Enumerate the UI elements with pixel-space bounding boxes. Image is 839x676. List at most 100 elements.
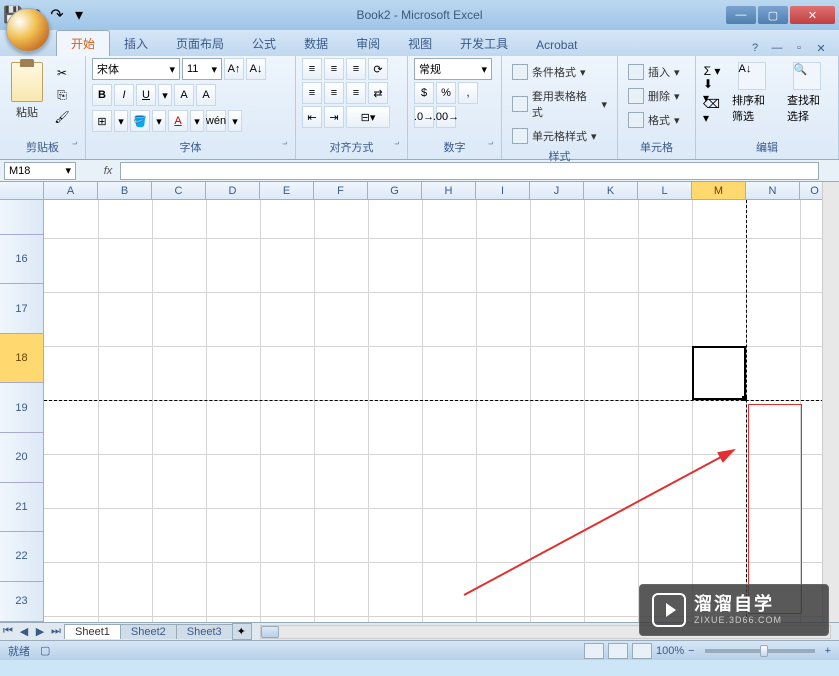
tab-page-layout[interactable]: 页面布局 — [162, 31, 238, 56]
conditional-format-button[interactable]: 条件格式 ▾ — [508, 62, 611, 82]
align-top-button[interactable]: ≡ — [302, 58, 322, 80]
workbook-close-button[interactable]: ✕ — [813, 40, 829, 56]
spreadsheet-grid[interactable]: A B C D E F G H I J K L M N O 16 17 18 1… — [0, 182, 839, 622]
help-button[interactable]: ? — [747, 40, 763, 56]
col-header-b[interactable]: B — [98, 182, 152, 199]
zoom-in-button[interactable]: + — [825, 645, 831, 657]
row-header-20[interactable]: 20 — [0, 433, 44, 483]
col-header-m[interactable]: M — [692, 182, 746, 199]
insert-function-button[interactable]: fx — [96, 162, 120, 180]
bold-button[interactable]: B — [92, 84, 112, 106]
sheet-nav-first[interactable]: ⏮ — [0, 624, 16, 640]
col-header-i[interactable]: I — [476, 182, 530, 199]
col-header-a[interactable]: A — [44, 182, 98, 199]
font-shrink-a[interactable]: A — [196, 84, 216, 106]
vertical-scrollbar[interactable] — [822, 182, 839, 622]
decrease-decimal-button[interactable]: .00→ — [436, 106, 456, 128]
view-page-layout-button[interactable] — [608, 643, 628, 659]
align-center-button[interactable]: ≡ — [324, 82, 344, 104]
underline-button[interactable]: U — [136, 84, 156, 106]
view-page-break-button[interactable] — [632, 643, 652, 659]
align-bottom-button[interactable]: ≡ — [346, 58, 366, 80]
tab-developer[interactable]: 开发工具 — [446, 31, 522, 56]
clear-button[interactable]: ⌫ ▾ — [702, 102, 722, 120]
col-header-g[interactable]: G — [368, 182, 422, 199]
row-header-partial[interactable] — [0, 200, 44, 235]
underline-dropdown[interactable]: ▾ — [158, 84, 172, 106]
tab-formulas[interactable]: 公式 — [238, 31, 290, 56]
col-header-l[interactable]: L — [638, 182, 692, 199]
row-header-17[interactable]: 17 — [0, 284, 44, 334]
col-header-d[interactable]: D — [206, 182, 260, 199]
cut-button[interactable]: ✂ — [52, 64, 72, 82]
align-left-button[interactable]: ≡ — [302, 82, 322, 104]
align-middle-button[interactable]: ≡ — [324, 58, 344, 80]
format-painter-button[interactable]: 🖌 — [52, 108, 72, 126]
tab-home[interactable]: 开始 — [56, 30, 110, 56]
copy-button[interactable]: ⎘ — [52, 86, 72, 104]
col-header-h[interactable]: H — [422, 182, 476, 199]
percent-button[interactable]: % — [436, 82, 456, 104]
office-button[interactable] — [6, 8, 50, 52]
col-header-f[interactable]: F — [314, 182, 368, 199]
table-format-button[interactable]: 套用表格格式 ▾ — [508, 86, 611, 122]
window-minimize-button[interactable]: — — [726, 6, 756, 24]
tab-data[interactable]: 数据 — [290, 31, 342, 56]
row-header-16[interactable]: 16 — [0, 235, 44, 285]
font-name-combo[interactable]: 宋体▾ — [92, 58, 180, 80]
select-all-corner[interactable] — [0, 182, 44, 199]
delete-cells-button[interactable]: 删除 ▾ — [624, 86, 684, 106]
currency-button[interactable]: $ — [414, 82, 434, 104]
window-maximize-button[interactable]: ▢ — [758, 6, 788, 24]
tab-review[interactable]: 审阅 — [342, 31, 394, 56]
sort-filter-button[interactable]: A↓ 排序和筛选 — [726, 58, 777, 137]
decrease-indent-button[interactable]: ⇤ — [302, 106, 322, 128]
sheet-tab-3[interactable]: Sheet3 — [176, 624, 233, 639]
view-normal-button[interactable] — [584, 643, 604, 659]
increase-indent-button[interactable]: ⇥ — [324, 106, 344, 128]
row-header-19[interactable]: 19 — [0, 383, 44, 433]
tab-acrobat[interactable]: Acrobat — [522, 34, 591, 56]
font-grow-a[interactable]: A — [174, 84, 194, 106]
sheet-tab-1[interactable]: Sheet1 — [64, 624, 121, 639]
merge-button[interactable]: ⊟▾ — [346, 106, 390, 128]
phonetic-button[interactable]: wén — [206, 110, 226, 132]
fill-color-button[interactable]: 🪣 — [130, 110, 150, 132]
macro-record-icon[interactable]: ▢ — [40, 644, 50, 657]
phonetic-dropdown[interactable]: ▾ — [228, 110, 242, 132]
borders-button[interactable]: ⊞ — [92, 110, 112, 132]
font-color-button[interactable]: A — [168, 110, 188, 132]
borders-dropdown[interactable]: ▾ — [114, 110, 128, 132]
tab-view[interactable]: 视图 — [394, 31, 446, 56]
orientation-button[interactable]: ⟳ — [368, 58, 388, 80]
col-header-c[interactable]: C — [152, 182, 206, 199]
col-header-e[interactable]: E — [260, 182, 314, 199]
increase-decimal-button[interactable]: .0→ — [414, 106, 434, 128]
qat-redo-icon[interactable]: ↷ — [48, 6, 66, 24]
italic-button[interactable]: I — [114, 84, 134, 106]
comma-button[interactable]: , — [458, 82, 478, 104]
format-cells-button[interactable]: 格式 ▾ — [624, 110, 684, 130]
sheet-nav-prev[interactable]: ◀ — [16, 624, 32, 640]
paste-button[interactable]: 粘贴 — [6, 58, 48, 137]
sheet-new-button[interactable]: ✦ — [232, 623, 252, 640]
cell-styles-button[interactable]: 单元格样式 ▾ — [508, 126, 611, 146]
zoom-slider[interactable] — [705, 649, 815, 653]
font-size-combo[interactable]: 11▾ — [182, 58, 222, 80]
zoom-out-button[interactable]: − — [688, 645, 694, 657]
sheet-nav-last[interactable]: ⏭ — [48, 624, 64, 640]
row-header-21[interactable]: 21 — [0, 483, 44, 533]
cells-area[interactable] — [44, 200, 839, 622]
zoom-level[interactable]: 100% — [656, 645, 684, 657]
row-header-23[interactable]: 23 — [0, 582, 44, 622]
row-header-22[interactable]: 22 — [0, 532, 44, 582]
ribbon-minimize-button[interactable]: — — [769, 40, 785, 56]
align-right-button[interactable]: ≡ — [346, 82, 366, 104]
qat-customize-icon[interactable]: ▾ — [70, 6, 88, 24]
col-header-j[interactable]: J — [530, 182, 584, 199]
insert-cells-button[interactable]: 插入 ▾ — [624, 62, 684, 82]
row-header-18[interactable]: 18 — [0, 334, 44, 384]
number-format-combo[interactable]: 常规▾ — [414, 58, 492, 80]
increase-font-button[interactable]: A↑ — [224, 58, 244, 80]
wrap-text-button[interactable]: ⇄ — [368, 82, 388, 104]
